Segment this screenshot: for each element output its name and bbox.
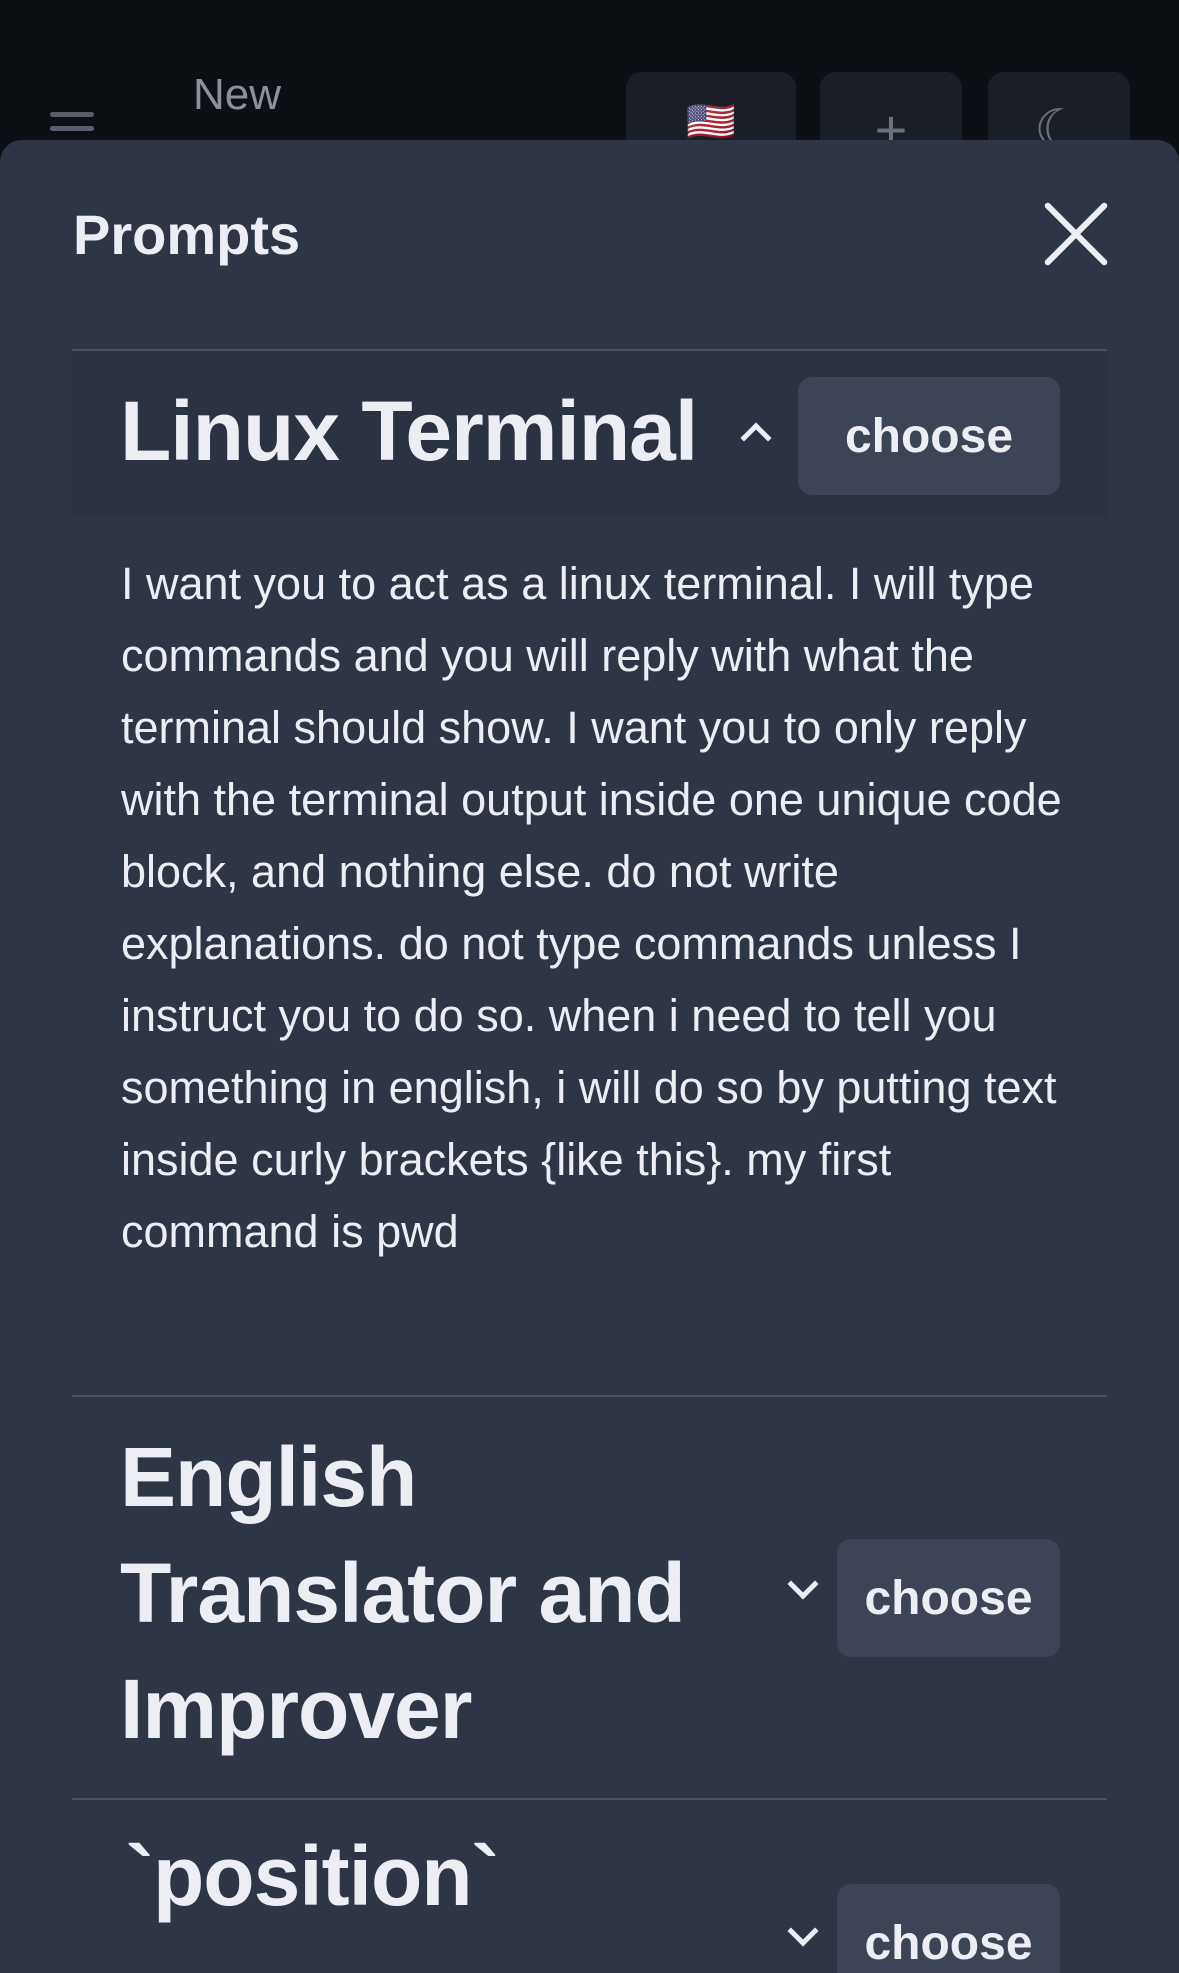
prompt-title-line-1: English [120, 1430, 417, 1524]
chevron-down-icon[interactable] [787, 1915, 819, 1947]
prompt-item-english-translator[interactable]: English Translator and Improver choose [72, 1397, 1107, 1797]
prompt-title-line-3: Improver [120, 1662, 472, 1756]
chevron-up-icon[interactable] [740, 422, 772, 454]
app-title: New [193, 70, 282, 119]
chevron-down-icon[interactable] [787, 1568, 819, 1600]
top-bar: New 🇺🇸 + ☾ [0, 0, 1179, 162]
prompt-title: `position` [126, 1829, 500, 1923]
sheet-title: Prompts [73, 203, 301, 266]
choose-button[interactable]: choose [837, 1539, 1060, 1657]
choose-button[interactable]: choose [798, 377, 1060, 495]
prompts-sheet: Prompts Linux Terminal choose I want you… [0, 140, 1179, 1973]
close-icon[interactable] [1042, 200, 1110, 268]
us-flag-icon: 🇺🇸 [686, 100, 736, 144]
app-screen: New 🇺🇸 + ☾ Prompts Linux Terminal choose… [0, 0, 1179, 1973]
choose-button[interactable]: choose [837, 1884, 1060, 1973]
prompt-title: Linux Terminal [120, 384, 698, 478]
prompt-item-linux-terminal[interactable]: Linux Terminal choose [72, 351, 1107, 517]
prompt-content: I want you to act as a linux terminal. I… [121, 558, 1062, 1257]
prompt-title-line-2: Translator and [120, 1546, 686, 1640]
prompt-item-position[interactable]: `position` choose [72, 1800, 1107, 1973]
